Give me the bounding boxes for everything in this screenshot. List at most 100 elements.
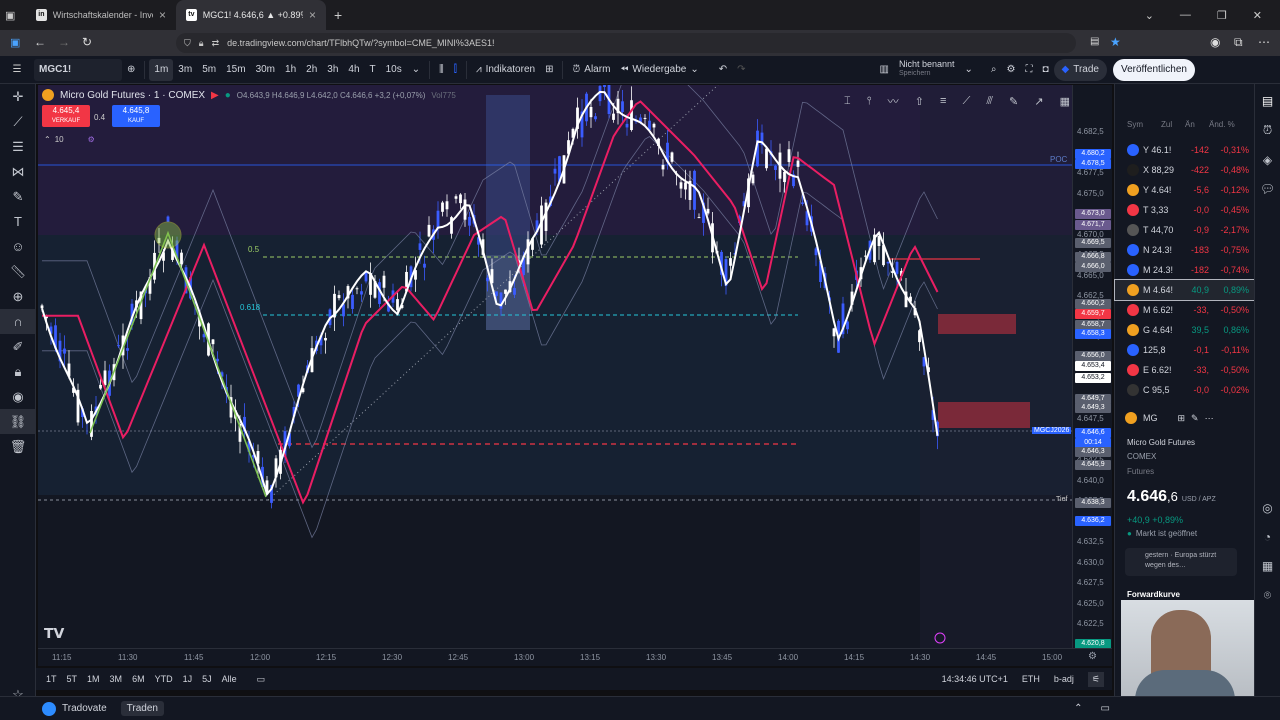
forward-icon[interactable]: → xyxy=(58,35,70,49)
text-icon[interactable]: T xyxy=(0,209,36,234)
watchlist-row[interactable]: C 95,5 -0,0 -0,02% xyxy=(1115,380,1255,400)
templates-icon[interactable]: ⊞ xyxy=(540,59,558,81)
bookmark-star-icon[interactable]: ★ xyxy=(1110,35,1121,49)
crosshair-icon[interactable]: ✛ xyxy=(0,84,36,109)
sidebar-toggle-icon[interactable]: ▣ xyxy=(10,36,20,49)
watchlist-row[interactable]: M 24.3! -182 -0,74% xyxy=(1115,260,1255,280)
interval-t[interactable]: T xyxy=(365,59,381,81)
camera-icon[interactable]: ◘ xyxy=(1037,59,1053,81)
interval-3h[interactable]: 3h xyxy=(322,59,343,81)
zoom-icon[interactable]: ⊕ xyxy=(0,284,36,309)
chart-settings-icon[interactable]: ⚟ xyxy=(1087,671,1104,687)
chevron-down-icon[interactable]: ⌄ xyxy=(960,59,978,81)
bar-style-icon[interactable]: ⫼ xyxy=(434,59,449,81)
interval-10s[interactable]: 10s xyxy=(381,59,407,81)
menu-dots-icon[interactable]: ⋯ xyxy=(1258,35,1270,49)
range-5t[interactable]: 5T xyxy=(67,674,78,685)
alerts-icon[interactable]: ⏰︎ xyxy=(1263,123,1272,138)
buy-button[interactable]: 4.645,8 KAUF xyxy=(112,105,160,127)
layers-icon[interactable]: ◈ xyxy=(1263,153,1272,167)
clock-timezone[interactable]: 14:34:46 UTC+1 xyxy=(942,674,1008,684)
eye-icon[interactable]: ◉ xyxy=(0,384,36,409)
flag-icon[interactable]: ▶ xyxy=(211,90,219,101)
redo-icon[interactable]: ↷ xyxy=(732,59,750,81)
interval-1h[interactable]: 1h xyxy=(280,59,301,81)
grid-view-icon[interactable]: ⊞ xyxy=(1178,413,1186,424)
watchlist-row[interactable]: Y 46.1! -142 -0,31% xyxy=(1115,140,1255,160)
layout-icon[interactable]: ▥ xyxy=(875,59,894,81)
reader-icon[interactable]: ▤ xyxy=(1090,36,1099,47)
wave-tool-icon[interactable]: 〰 xyxy=(888,93,899,109)
news-card[interactable]: gestern · Europa stürzt wegen des… xyxy=(1125,548,1237,576)
minimize-icon[interactable]: — xyxy=(1180,9,1191,22)
price-chart[interactable]: 0.5 0.618 POC xyxy=(38,85,1110,648)
back-icon[interactable]: ← xyxy=(34,35,46,49)
range-1j[interactable]: 1J xyxy=(183,674,193,685)
tab-investing[interactable]: in Wirtschaftskalender - Investing × xyxy=(26,0,176,30)
extensions-icon[interactable]: ⧉ xyxy=(1234,35,1243,50)
trash-icon[interactable]: 🗑︎ xyxy=(0,434,36,459)
fork-tool-icon[interactable]: ⫯ xyxy=(867,95,872,108)
trade-tab[interactable]: Traden xyxy=(120,701,164,716)
compare-icon[interactable]: ⊕ xyxy=(122,59,140,81)
collapse-panel-icon[interactable]: ⌃ xyxy=(1074,703,1082,714)
watchlist-row[interactable]: Y 4.64! -5,6 -0,12% xyxy=(1115,180,1255,200)
link-icon[interactable]: ⛓ xyxy=(0,409,36,434)
range-ytd[interactable]: YTD xyxy=(155,674,173,685)
channel-tool-icon[interactable]: ⫻ xyxy=(986,95,993,108)
url-field[interactable]: ⛉ 🔒︎ ⇄ de.tradingview.com/chart/TFlbhQTw… xyxy=(176,33,1076,53)
trend-line-icon[interactable]: ⟋ xyxy=(0,109,36,134)
watchlist-row[interactable]: N 24.3! -183 -0,75% xyxy=(1115,240,1255,260)
reload-icon[interactable]: ↻ xyxy=(82,35,92,49)
watchlist-row[interactable]: M 4.64! 40,9 0,89% xyxy=(1114,279,1256,301)
profile-icon[interactable]: ◉ xyxy=(1210,35,1220,49)
price-axis[interactable]: 4.682,54.680,04.677,54.675,04.672,54.670… xyxy=(1072,85,1112,649)
range-3m[interactable]: 3M xyxy=(110,674,123,685)
settings-gear-icon[interactable]: ⚙ xyxy=(1002,59,1021,81)
interval-2h[interactable]: 2h xyxy=(301,59,322,81)
search-icon[interactable]: ⌕ xyxy=(986,59,1002,81)
chat-icon[interactable]: 💬︎ xyxy=(1260,182,1275,196)
broker-tab[interactable]: Tradovate xyxy=(62,703,107,714)
replay-button[interactable]: ⏪︎ Wiedergabe ⌄ xyxy=(615,59,703,81)
chart-pane[interactable]: 0.5 0.618 POC Micro Gold Futures · 1 · C… xyxy=(38,85,1110,648)
symbol-search-button[interactable]: MGC1! xyxy=(34,58,122,81)
quantity-field[interactable]: ⌃ 10 ⚙ xyxy=(44,135,95,144)
tab-tradingview[interactable]: tv MGC1! 4.646,6 ▲ +0.89% Nich × xyxy=(176,0,326,30)
new-tab-icon[interactable]: + xyxy=(334,7,342,23)
chat-bubble-icon[interactable]: ◔ xyxy=(1264,530,1271,544)
watchlist-row[interactable]: M 6.62! -33, -0,50% xyxy=(1115,300,1255,320)
window-close-icon[interactable]: ✕ xyxy=(1253,9,1262,22)
indicators-button[interactable]: ⩘ Indikatoren xyxy=(471,59,540,81)
interval-3m[interactable]: 3m xyxy=(173,59,197,81)
range-1t[interactable]: 1T xyxy=(46,674,57,685)
interval-5m[interactable]: 5m xyxy=(197,59,221,81)
sell-button[interactable]: 4.645,4 VERKAUF xyxy=(42,105,90,127)
layout-name-button[interactable]: Nicht benannt Speichern xyxy=(894,59,960,81)
pencil-lock-icon[interactable]: ✐ xyxy=(0,334,36,359)
main-menu-icon[interactable]: ☰ xyxy=(0,59,34,81)
lock-icon[interactable]: 🔒︎ xyxy=(0,359,36,384)
more-dots-icon[interactable]: ⋯ xyxy=(1205,413,1214,424)
watchlist-row[interactable]: G 4.64! 39,5 0,86% xyxy=(1115,320,1255,340)
watchlist-row[interactable]: 125,8 -0,1 -0,11% xyxy=(1115,340,1255,360)
details-name[interactable]: Micro Gold Futures xyxy=(1127,438,1195,447)
ideas-icon[interactable]: ◎ xyxy=(1262,501,1272,515)
arrow-up-tool-icon[interactable]: ⇧ xyxy=(915,95,924,108)
pen-tool-icon[interactable]: ✎ xyxy=(1009,95,1018,108)
candle-style-icon[interactable]: ⫿ xyxy=(449,59,462,81)
close-icon[interactable]: × xyxy=(309,8,316,22)
interval-15m[interactable]: 15m xyxy=(221,59,250,81)
maximize-panel-icon[interactable]: ▭ xyxy=(1101,703,1110,714)
interval-30m[interactable]: 30m xyxy=(251,59,280,81)
legend-title[interactable]: Micro Gold Futures · 1 · COMEX xyxy=(60,90,205,101)
adjust-toggle[interactable]: b-adj xyxy=(1054,674,1074,684)
tab-list-icon[interactable]: ⌄ xyxy=(1145,9,1154,22)
magnet-icon[interactable]: ∩ xyxy=(0,309,36,334)
trade-button[interactable]: ◆ Trade xyxy=(1053,58,1107,81)
session-toggle[interactable]: ETH xyxy=(1022,674,1040,684)
undo-icon[interactable]: ↶ xyxy=(714,59,732,81)
edit-icon[interactable]: ✎ xyxy=(1191,413,1199,424)
close-icon[interactable]: × xyxy=(159,8,166,22)
interval-4h[interactable]: 4h xyxy=(343,59,364,81)
